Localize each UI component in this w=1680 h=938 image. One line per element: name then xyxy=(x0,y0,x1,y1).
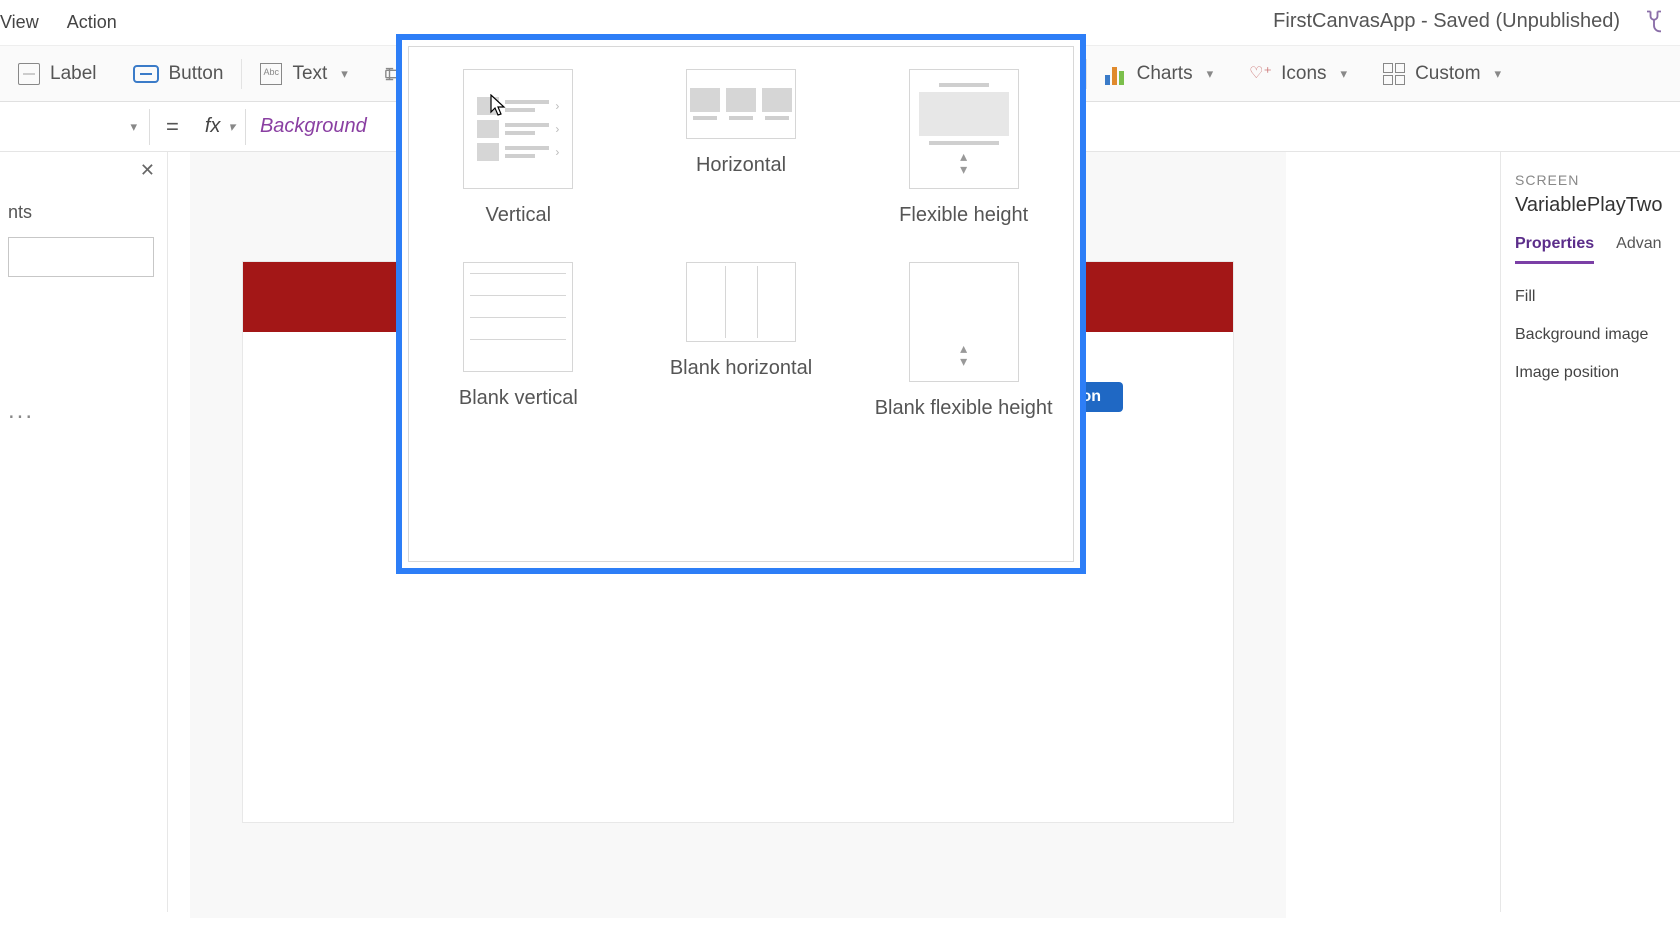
ribbon-label[interactable]: Label xyxy=(0,46,115,101)
fx-label: fx xyxy=(205,115,221,138)
chevron-down-icon: ▾ xyxy=(1495,66,1502,82)
gallery-option-label: Flexible height xyxy=(899,203,1028,228)
ribbon-button-text: Button xyxy=(169,63,224,85)
formula-text[interactable]: Background xyxy=(246,115,367,138)
ribbon-text[interactable]: Text ▾ xyxy=(242,46,365,101)
thumb-vertical: › › › xyxy=(463,69,573,189)
custom-icon xyxy=(1383,63,1405,85)
icons-icon: ♡⁺ xyxy=(1249,63,1271,85)
fx-button[interactable]: fx ▾ xyxy=(195,109,246,145)
properties-kicker: SCREEN xyxy=(1515,172,1666,188)
button-icon xyxy=(133,65,159,83)
menu-view[interactable]: View xyxy=(0,12,39,33)
gallery-option-label: Blank vertical xyxy=(459,386,578,411)
tab-advanced[interactable]: Advan xyxy=(1616,235,1661,264)
gallery-option-label: Blank flexible height xyxy=(875,396,1053,421)
tree-search-input[interactable] xyxy=(8,237,154,277)
properties-title: VariablePlayTwo xyxy=(1515,194,1666,217)
chevron-down-icon: ▾ xyxy=(228,119,235,135)
gallery-option-blank-vertical[interactable]: Blank vertical xyxy=(427,262,610,421)
thumb-horizontal xyxy=(686,69,796,139)
label-icon xyxy=(18,63,40,85)
tree-view-panel: ✕ nts ... xyxy=(0,152,168,912)
tree-item-more[interactable]: ... xyxy=(8,397,159,425)
text-icon xyxy=(260,63,282,85)
gallery-option-label: Blank horizontal xyxy=(670,356,812,381)
properties-panel: SCREEN VariablePlayTwo Properties Advan … xyxy=(1500,152,1680,912)
charts-icon xyxy=(1105,63,1127,85)
property-dropdown[interactable]: ▾ xyxy=(0,109,150,145)
thumb-blank-vertical xyxy=(463,262,573,372)
tree-section-label: nts xyxy=(8,202,159,223)
app-checker-icon[interactable] xyxy=(1640,8,1668,41)
chevron-down-icon: ▾ xyxy=(341,66,348,82)
menu-action[interactable]: Action xyxy=(67,12,117,33)
gallery-option-blank-flexible[interactable]: ▴▾ Blank flexible height xyxy=(872,262,1055,421)
ribbon-button[interactable]: Button xyxy=(115,46,242,101)
ribbon-charts[interactable]: Charts ▾ xyxy=(1087,46,1232,101)
ribbon-text-text: Text xyxy=(292,63,327,85)
gallery-option-blank-horizontal[interactable]: Blank horizontal xyxy=(650,262,833,421)
gallery-option-label: Horizontal xyxy=(696,153,786,178)
chevron-down-icon: ▾ xyxy=(1207,66,1214,82)
properties-tabs: Properties Advan xyxy=(1515,235,1666,264)
ribbon-label-text: Label xyxy=(50,63,97,85)
ribbon-charts-text: Charts xyxy=(1137,63,1193,85)
gallery-option-horizontal[interactable]: Horizontal xyxy=(650,69,833,228)
gallery-option-flexible[interactable]: ▴▾ Flexible height xyxy=(872,69,1055,228)
ribbon-icons-text: Icons xyxy=(1281,63,1326,85)
prop-fill[interactable]: Fill xyxy=(1515,288,1666,306)
tab-properties[interactable]: Properties xyxy=(1515,235,1594,264)
gallery-dropdown-highlight: › › › Vertical Horizontal ▴▾ xyxy=(396,34,1086,574)
prop-background-image[interactable]: Background image xyxy=(1515,326,1666,344)
gallery-option-label: Vertical xyxy=(486,203,552,228)
gallery-dropdown: › › › Vertical Horizontal ▴▾ xyxy=(408,46,1074,562)
thumb-blank-horizontal xyxy=(686,262,796,342)
ribbon-icons[interactable]: ♡⁺ Icons ▾ xyxy=(1231,46,1365,101)
chevron-down-icon: ▾ xyxy=(1341,66,1348,82)
ribbon-custom[interactable]: Custom ▾ xyxy=(1365,46,1519,101)
thumb-flexible: ▴▾ xyxy=(909,69,1019,189)
ribbon-custom-text: Custom xyxy=(1415,63,1480,85)
prop-image-position[interactable]: Image position xyxy=(1515,364,1666,382)
equals-sign: = xyxy=(150,114,195,140)
thumb-blank-flexible: ▴▾ xyxy=(909,262,1019,382)
app-title: FirstCanvasApp - Saved (Unpublished) xyxy=(1273,10,1620,33)
chevron-down-icon: ▾ xyxy=(130,119,137,135)
close-icon[interactable]: ✕ xyxy=(140,160,155,181)
gallery-option-vertical[interactable]: › › › Vertical xyxy=(427,69,610,228)
